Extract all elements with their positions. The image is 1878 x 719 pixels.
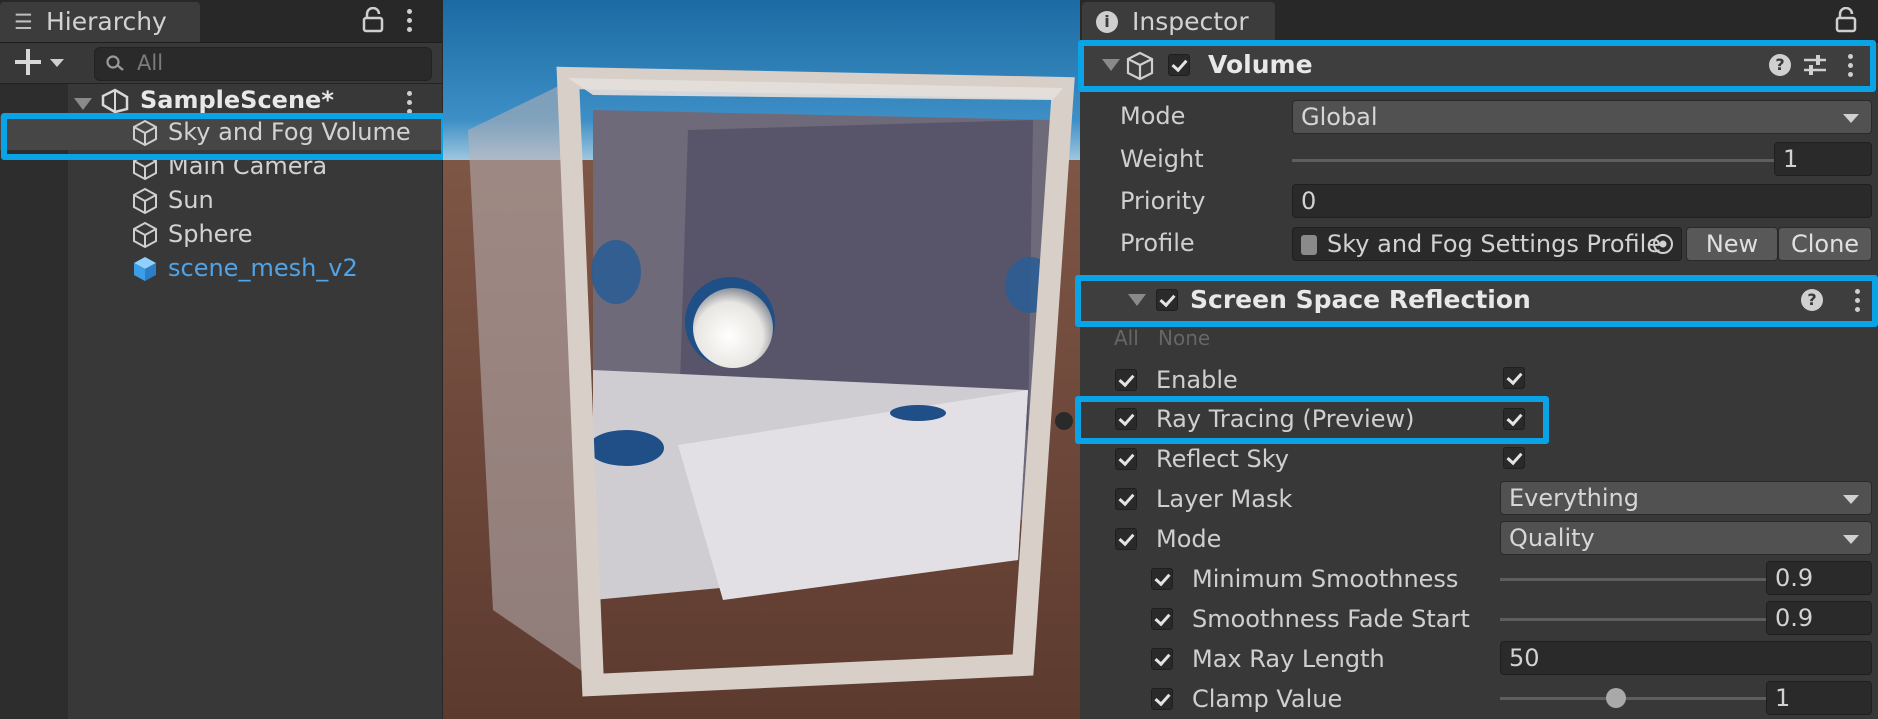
all-toggle[interactable]: All <box>1114 326 1139 350</box>
inspector-panel: i Inspector Volume ? Mode Global Weight … <box>1075 0 1878 719</box>
min-smoothness-input[interactable]: 0.9 <box>1766 561 1872 595</box>
reflect-sky-label: Reflect Sky <box>1156 445 1289 473</box>
hierarchy-search-input[interactable]: All <box>94 47 432 81</box>
clamp-value-label: Clamp Value <box>1192 685 1343 713</box>
list-icon: ☰ <box>14 10 33 34</box>
min-smoothness-override-checkbox[interactable] <box>1151 568 1173 590</box>
mode-dropdown[interactable]: Global <box>1292 100 1872 134</box>
selection-highlight <box>1 113 447 160</box>
dropdown-arrow-icon <box>1843 495 1859 504</box>
new-button[interactable]: New <box>1686 227 1778 261</box>
layer-mask-value: Everything <box>1509 484 1639 512</box>
hierarchy-item-sphere[interactable]: Sphere <box>0 218 442 252</box>
expand-arrow-icon[interactable] <box>74 98 92 110</box>
clamp-value-slider-handle[interactable] <box>1605 688 1626 708</box>
create-button[interactable] <box>12 45 72 79</box>
max-ray-length-input[interactable]: 50 <box>1500 641 1872 675</box>
search-placeholder: All <box>137 51 164 75</box>
hierarchy-tabbar: ☰ Hierarchy <box>0 0 442 43</box>
hierarchy-item-label: Sphere <box>168 220 253 248</box>
mode-value: Global <box>1301 103 1378 131</box>
hierarchy-item-sun[interactable]: Sun <box>0 184 442 218</box>
inspector-tab[interactable]: i Inspector <box>1082 2 1275 42</box>
profile-asset-icon <box>1301 235 1317 255</box>
search-icon <box>106 55 124 71</box>
gameobject-cube-icon <box>133 221 157 249</box>
ssr-mode-dropdown[interactable]: Quality <box>1500 521 1872 555</box>
dropdown-arrow-icon <box>1843 114 1859 123</box>
weight-slider-track[interactable] <box>1292 159 1828 162</box>
inspector-tabbar: i Inspector <box>1080 0 1878 43</box>
gizmo-handle-icon[interactable] <box>1055 412 1073 430</box>
hierarchy-tree: SampleScene* Sky and Fog Volume Main Cam… <box>0 84 442 719</box>
hierarchy-menu-icon[interactable] <box>407 8 413 34</box>
inspector-tab-label: Inspector <box>1132 7 1249 36</box>
priority-input[interactable]: 0 <box>1292 184 1872 218</box>
max-ray-length-value: 50 <box>1509 644 1540 672</box>
reflect-sky-override-checkbox[interactable] <box>1115 448 1137 470</box>
volume-header-highlight <box>1078 40 1876 92</box>
hierarchy-item-label: Sun <box>168 186 214 214</box>
layer-mask-dropdown[interactable]: Everything <box>1500 481 1872 515</box>
ssr-mode-value: Quality <box>1509 524 1595 552</box>
weight-value: 1 <box>1783 145 1799 173</box>
min-smoothness-value: 0.9 <box>1775 564 1814 592</box>
hierarchy-item-label: scene_mesh_v2 <box>168 254 358 282</box>
profile-label: Profile <box>1120 229 1195 257</box>
mode-label: Mode <box>1120 102 1186 130</box>
scene-name: SampleScene* <box>140 86 334 114</box>
ssr-header-highlight <box>1075 275 1878 327</box>
none-toggle[interactable]: None <box>1158 326 1210 350</box>
clamp-value-input[interactable]: 1 <box>1766 681 1872 715</box>
hierarchy-item-scene-mesh[interactable]: scene_mesh_v2 <box>0 252 442 286</box>
hierarchy-tab-label: Hierarchy <box>46 7 167 36</box>
layer-mask-override-checkbox[interactable] <box>1115 488 1137 510</box>
enable-override-checkbox[interactable] <box>1115 369 1137 391</box>
hierarchy-tab[interactable]: ☰ Hierarchy <box>0 2 200 42</box>
lock-icon[interactable] <box>362 7 384 33</box>
ray-tracing-highlight <box>1075 396 1549 444</box>
fade-start-override-checkbox[interactable] <box>1151 608 1173 630</box>
layer-mask-label: Layer Mask <box>1156 485 1293 513</box>
max-ray-length-label: Max Ray Length <box>1192 645 1385 673</box>
fade-start-value: 0.9 <box>1775 604 1814 632</box>
clamp-value-override-checkbox[interactable] <box>1151 688 1173 710</box>
scene-render <box>443 0 1080 719</box>
gameobject-cube-icon <box>133 187 157 215</box>
object-picker-icon[interactable] <box>1650 231 1676 257</box>
enable-checkbox[interactable] <box>1503 367 1525 389</box>
min-smoothness-label: Minimum Smoothness <box>1192 565 1459 593</box>
ssr-mode-override-checkbox[interactable] <box>1115 528 1137 550</box>
info-icon: i <box>1096 11 1118 33</box>
plus-icon <box>15 49 64 75</box>
profile-value: Sky and Fog Settings Profile <box>1327 230 1662 258</box>
profile-object-field[interactable]: Sky and Fog Settings Profile <box>1292 227 1682 261</box>
priority-label: Priority <box>1120 187 1206 215</box>
fade-start-label: Smoothness Fade Start <box>1192 605 1470 633</box>
fade-start-input[interactable]: 0.9 <box>1766 601 1872 635</box>
hierarchy-toolbar: All <box>0 43 442 84</box>
scene-view[interactable] <box>443 0 1080 719</box>
clamp-value-value: 1 <box>1775 684 1791 712</box>
max-ray-length-override-checkbox[interactable] <box>1151 648 1173 670</box>
enable-label: Enable <box>1156 366 1238 394</box>
weight-input[interactable]: 1 <box>1774 142 1872 176</box>
ssr-mode-label: Mode <box>1156 525 1222 553</box>
dropdown-arrow-icon <box>1843 535 1859 544</box>
prefab-icon <box>134 257 156 281</box>
weight-label: Weight <box>1120 145 1204 173</box>
hierarchy-panel: ☰ Hierarchy All SampleScene* Sky and Fog… <box>0 0 447 719</box>
priority-value: 0 <box>1301 187 1317 215</box>
lock-icon[interactable] <box>1835 7 1857 33</box>
reflect-sky-checkbox[interactable] <box>1503 447 1525 469</box>
unity-scene-icon <box>101 88 129 114</box>
clone-button[interactable]: Clone <box>1778 227 1872 261</box>
